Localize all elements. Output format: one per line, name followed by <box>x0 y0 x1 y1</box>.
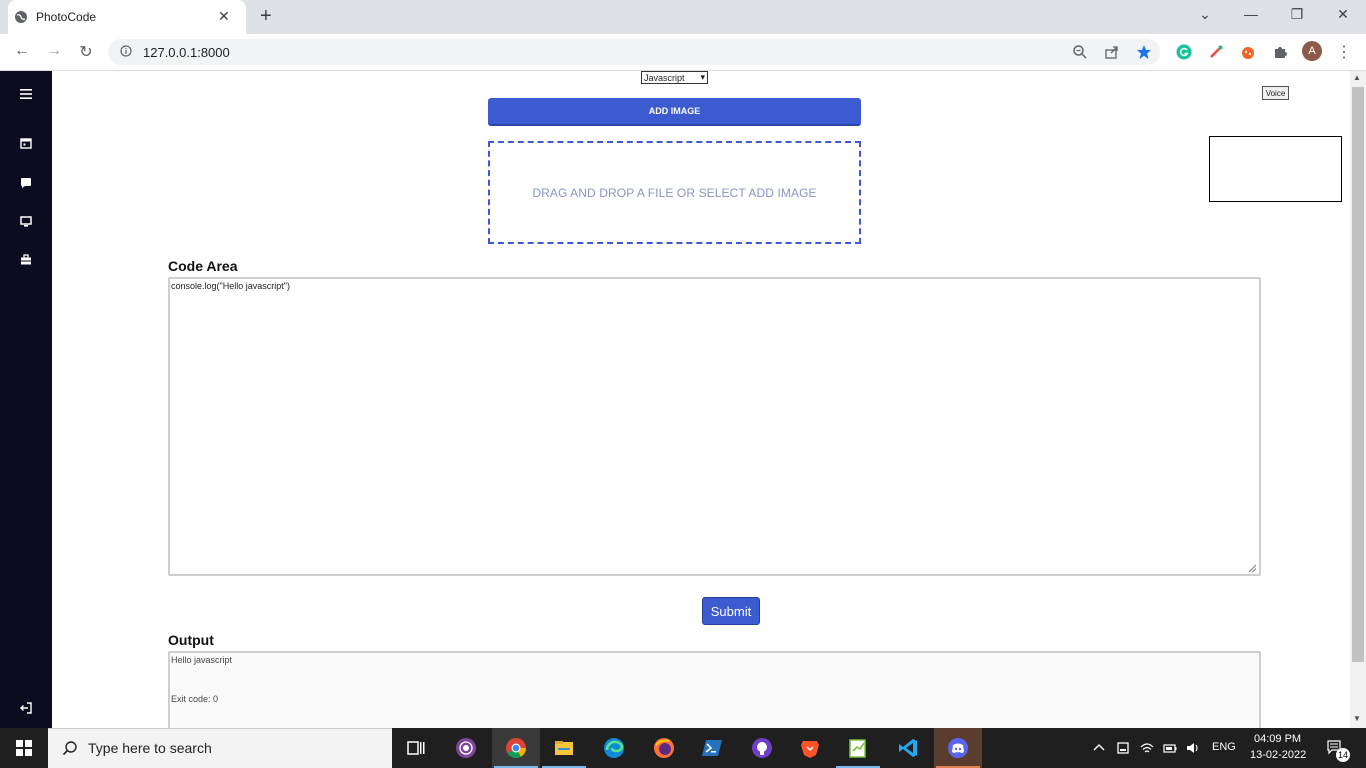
code-textarea[interactable] <box>168 277 1261 576</box>
reload-button[interactable]: ↻ <box>76 42 96 62</box>
taskbar-app-github-desktop[interactable] <box>738 728 786 768</box>
briefcase-icon[interactable] <box>18 252 34 268</box>
code-area-label: Code Area <box>168 258 238 274</box>
output-line: Hello javascript <box>171 655 233 665</box>
vscode-icon <box>899 739 917 757</box>
taskbar-app-notepad-plus[interactable] <box>834 728 882 768</box>
wifi-icon[interactable] <box>1140 741 1154 755</box>
search-icon <box>62 741 77 756</box>
globe-icon <box>15 11 27 23</box>
discord-icon <box>948 738 968 758</box>
chrome-icon <box>506 738 527 758</box>
notification-count-badge: 14 <box>1336 748 1350 762</box>
image-dropzone[interactable]: DRAG AND DROP A FILE OR SELECT ADD IMAGE <box>488 141 861 244</box>
new-tab-button[interactable]: + <box>260 5 272 28</box>
share-icon[interactable] <box>1104 44 1120 60</box>
taskbar-app-tor[interactable] <box>442 728 490 768</box>
logout-icon[interactable] <box>18 700 34 716</box>
chevron-down-icon: ▾ <box>700 72 705 82</box>
color-picker-extension-icon[interactable] <box>1208 44 1224 60</box>
output-label: Output <box>168 632 214 648</box>
chat-icon[interactable] <box>18 175 34 191</box>
language-select[interactable]: Javascript ▾ <box>641 71 708 84</box>
scrollbar-thumb[interactable] <box>1352 87 1364 662</box>
task-view-icon <box>407 741 425 755</box>
taskbar-app-discord[interactable] <box>934 728 982 768</box>
voice-output-box <box>1209 136 1342 202</box>
clock-time[interactable]: 04:09 PM <box>1254 733 1301 745</box>
volume-icon[interactable] <box>1186 741 1200 755</box>
grammarly-extension-icon[interactable] <box>1176 44 1192 60</box>
monitor-icon[interactable] <box>18 214 34 230</box>
extension-orange-icon[interactable] <box>1240 44 1256 60</box>
output-textarea[interactable] <box>168 651 1261 731</box>
taskbar-app-powershell[interactable] <box>688 728 736 768</box>
dropzone-text: DRAG AND DROP A FILE OR SELECT ADD IMAGE <box>532 185 817 200</box>
file-explorer-icon <box>555 741 573 755</box>
taskbar-app-firefox[interactable] <box>640 728 688 768</box>
address-bar[interactable] <box>108 39 1160 65</box>
menu-icon[interactable] <box>18 86 34 102</box>
show-hidden-icons-chevron-icon[interactable] <box>1092 741 1106 755</box>
close-window-button[interactable]: ✕ <box>1333 6 1353 23</box>
restore-button[interactable]: ❐ <box>1287 6 1307 23</box>
url-text[interactable]: 127.0.0.1:8000 <box>143 45 230 60</box>
battery-icon[interactable] <box>1163 741 1177 755</box>
tab-search-chevron-icon[interactable]: ⌄ <box>1195 6 1215 23</box>
brave-icon <box>801 741 819 758</box>
scroll-up-icon[interactable]: ▲ <box>1353 73 1361 82</box>
taskbar-search-placeholder[interactable]: Type here to search <box>88 740 212 756</box>
taskbar-app-task-view[interactable] <box>392 728 440 768</box>
taskbar-app-edge[interactable] <box>590 728 638 768</box>
github-desktop-icon <box>752 738 772 758</box>
tor-browser-icon <box>456 738 476 758</box>
taskbar-app-brave[interactable] <box>786 728 834 768</box>
code-text[interactable]: console.log("Hello javascript") <box>171 281 290 291</box>
browser-menu-icon[interactable]: ⋮ <box>1336 42 1352 62</box>
extensions-puzzle-icon[interactable] <box>1272 44 1288 60</box>
app-sidebar <box>0 71 52 728</box>
edge-icon <box>604 738 624 758</box>
bookmark-star-icon[interactable] <box>1136 44 1152 60</box>
output-line: Exit code: 0 <box>171 694 219 704</box>
windows-start-icon[interactable] <box>0 728 48 768</box>
clock-date[interactable]: 13-02-2022 <box>1250 749 1306 761</box>
taskbar-app-file-explorer[interactable] <box>540 728 588 768</box>
tray-app-icon[interactable] <box>1116 741 1130 755</box>
firefox-icon <box>654 738 674 758</box>
profile-avatar[interactable]: A <box>1302 41 1322 61</box>
tab-title: PhotoCode <box>36 10 97 24</box>
minimize-button[interactable]: — <box>1241 6 1261 22</box>
zoom-icon[interactable] <box>1072 44 1088 60</box>
powershell-icon <box>702 740 722 756</box>
taskbar-app-chrome[interactable] <box>492 728 540 768</box>
scroll-down-icon[interactable]: ▼ <box>1353 714 1361 723</box>
back-button[interactable]: ← <box>12 42 32 60</box>
input-language-indicator[interactable]: ENG <box>1212 741 1236 753</box>
taskbar-app-vscode[interactable] <box>884 728 932 768</box>
add-image-button[interactable]: ADD IMAGE <box>488 98 861 126</box>
resize-grip-icon[interactable] <box>1247 563 1257 573</box>
notepad-plus-icon <box>849 739 866 758</box>
calendar-icon[interactable] <box>18 135 34 151</box>
submit-button[interactable]: Submit <box>702 597 760 625</box>
info-icon[interactable] <box>120 45 132 57</box>
voice-button[interactable]: Voice <box>1262 86 1289 100</box>
language-select-value: Javascript <box>644 72 685 83</box>
tab-close-icon[interactable]: ✕ <box>218 8 230 25</box>
forward-button[interactable]: → <box>44 42 64 60</box>
